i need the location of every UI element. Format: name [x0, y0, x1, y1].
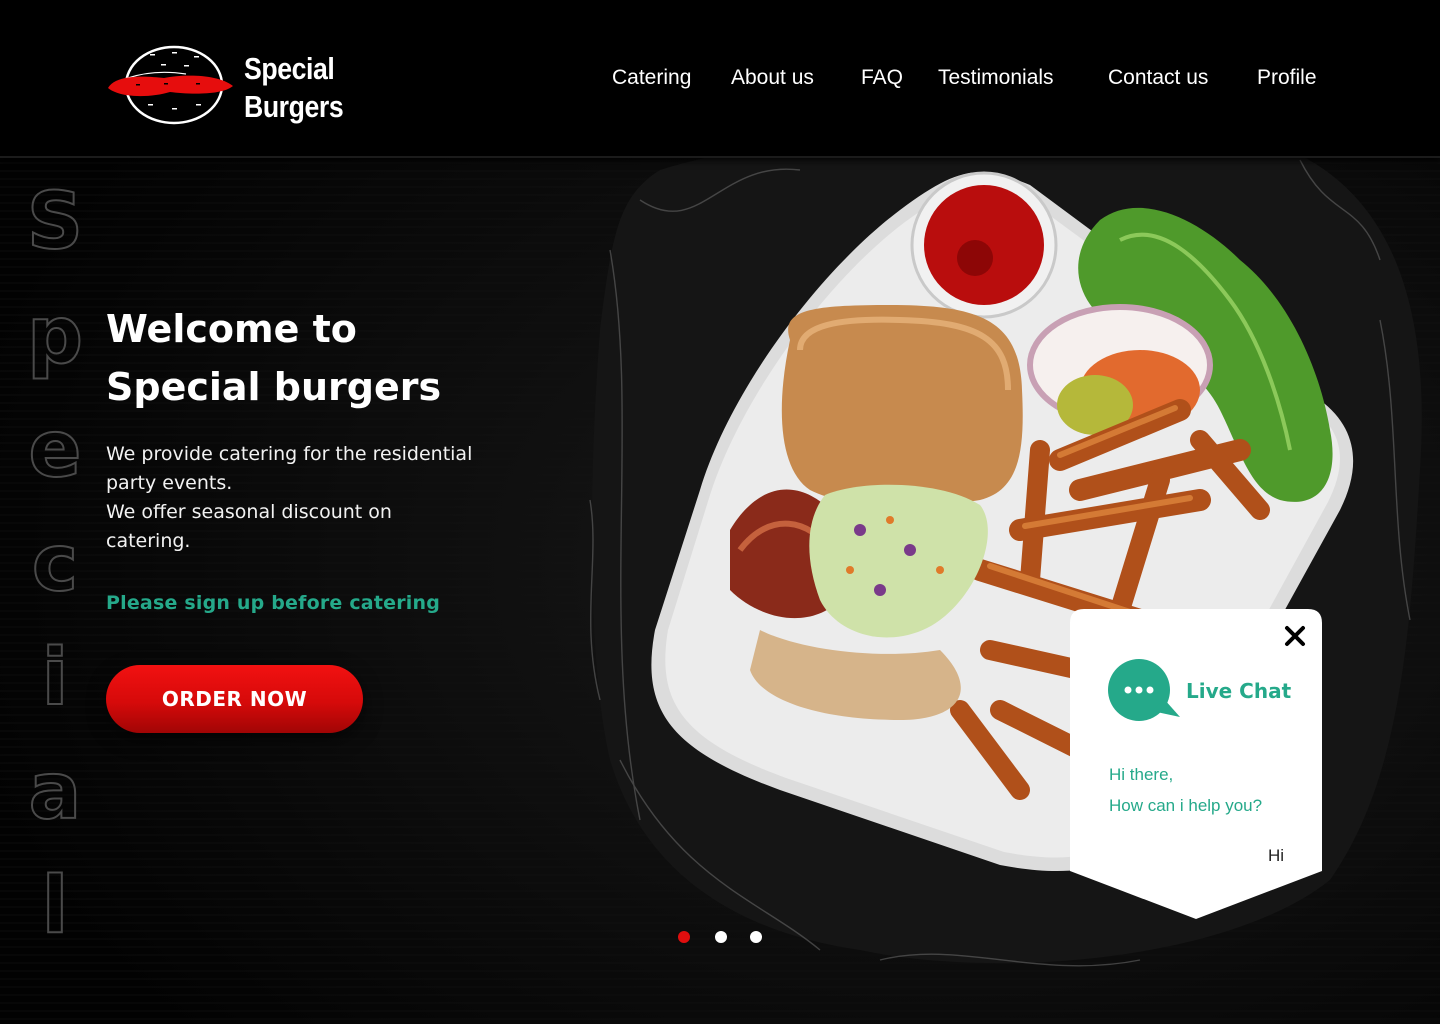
slider-dot-2[interactable] [715, 931, 727, 943]
hero-desc-line4: catering. [106, 530, 191, 552]
hero-desc-line3: We offer seasonal discount on [106, 501, 392, 523]
hero-title-line1: Welcome to [106, 307, 357, 351]
side-letter: e [28, 404, 83, 496]
nav-item-about-us[interactable]: About us [731, 66, 814, 90]
hero-title-line2: Special burgers [106, 365, 442, 409]
main-nav: Catering About us FAQ Testimonials Conta… [0, 66, 1440, 96]
site-header: Special Burgers Catering About us FAQ Te… [0, 0, 1440, 158]
side-letter: i [41, 632, 70, 724]
hero-desc-line2: party events. [106, 472, 233, 494]
live-chat-widget: Live Chat Hi there, How can i help you? … [1070, 609, 1322, 919]
chat-bubble-icon [1108, 659, 1180, 721]
hero-desc-line1: We provide catering for the residential [106, 443, 473, 465]
signup-note[interactable]: Please sign up before catering [106, 592, 536, 614]
chat-message: Hi there, How can i help you? [1109, 759, 1309, 821]
close-icon[interactable] [1282, 623, 1308, 649]
chat-user-reply: Hi [1267, 846, 1284, 865]
chat-message-line1: Hi there, [1109, 765, 1174, 784]
nav-item-testimonials[interactable]: Testimonials [938, 66, 1054, 90]
nav-item-profile[interactable]: Profile [1257, 66, 1317, 90]
nav-item-contact-us[interactable]: Contact us [1108, 66, 1208, 90]
slider-dot-1[interactable] [678, 931, 690, 943]
side-letter: S [26, 176, 84, 268]
chat-message-line2: How can i help you? [1109, 796, 1263, 815]
hero-description: We provide catering for the residential … [106, 440, 536, 556]
chat-title: Live Chat [1186, 679, 1292, 703]
hero-title: Welcome to Special burgers [106, 300, 536, 416]
side-letter: c [31, 518, 79, 610]
slider-dot-3[interactable] [750, 931, 762, 943]
nav-item-catering[interactable]: Catering [612, 66, 691, 90]
side-letter: a [28, 746, 83, 838]
nav-item-faq[interactable]: FAQ [861, 66, 903, 90]
hero-section: Welcome to Special burgers We provide ca… [106, 300, 536, 614]
side-letter: l [41, 860, 70, 952]
side-decorative-word: S p e c i a l [22, 165, 88, 963]
order-now-button[interactable]: ORDER NOW [106, 665, 363, 733]
side-letter: p [26, 290, 84, 382]
